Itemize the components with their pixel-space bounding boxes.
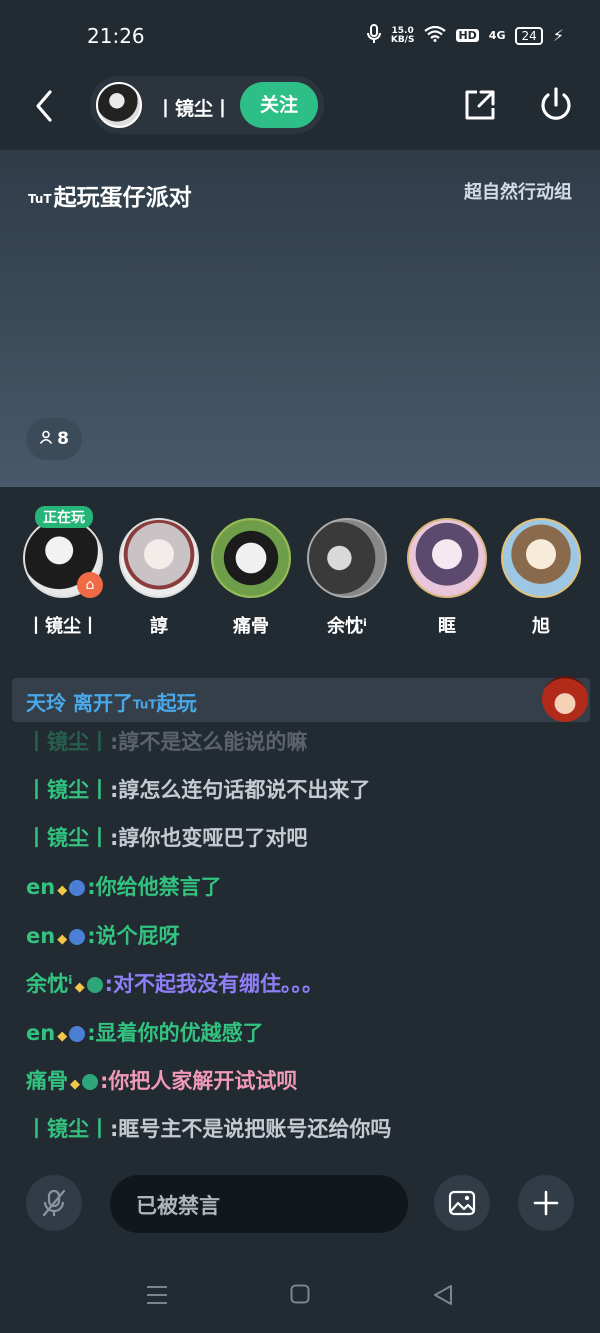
chat-message: 丨镜尘丨:諄不是这么能说的嘛 [26, 730, 308, 754]
battery-icon: 24 [515, 26, 543, 45]
home-nav-button[interactable] [290, 1284, 310, 1308]
seat-row: 正在玩 ⌂ 丨镜尘丨 諄 痛骨 余忱ⁱ 眶 旭 [0, 506, 600, 650]
seat[interactable]: 余忱ⁱ [304, 518, 390, 638]
triangle-back-icon [434, 1285, 452, 1305]
diamond-icon: ◆ [57, 1029, 68, 1044]
home-icon: ⌂ [77, 572, 103, 598]
square-icon [290, 1284, 310, 1304]
seat-name: 痛骨 [233, 616, 269, 637]
leave-notice: 天玲 离开了TuT起玩 [12, 676, 590, 722]
chat-message: 丨镜尘丨:諄怎么连句话都说不出来了 [26, 778, 371, 802]
chat-message: 丨镜尘丨:諄你也变哑巴了对吧 [26, 826, 308, 850]
image-button[interactable] [434, 1175, 490, 1231]
level-badge-icon [82, 1074, 98, 1090]
seat-name: 旭 [532, 616, 550, 637]
diamond-icon: ◆ [74, 980, 85, 995]
level-badge-icon [69, 880, 86, 896]
seat-avatar[interactable]: 正在玩 ⌂ [23, 506, 103, 598]
person-icon [39, 430, 53, 448]
notice-text: 天玲 离开了TuT起玩 [26, 691, 197, 715]
diamond-icon: ◆ [70, 1077, 80, 1092]
room-banner: TuT起玩蛋仔派对 超自然行动组 8 [0, 150, 600, 487]
chat-message: en ◆:显着你的优越感了 [26, 1021, 264, 1045]
level-badge-icon [86, 977, 103, 993]
wifi-icon [424, 25, 447, 45]
exit-room-button[interactable] [538, 86, 574, 124]
seat[interactable]: 痛骨 [208, 518, 294, 638]
seat-avatar[interactable] [307, 518, 387, 598]
notice-avatar[interactable] [542, 676, 588, 722]
seat[interactable]: 正在玩 ⌂ 丨镜尘丨 [20, 506, 106, 638]
message-input[interactable]: 已被禁言 [110, 1175, 408, 1233]
status-time: 21:26 [87, 24, 145, 48]
seat-name: 丨镜尘丨 [27, 616, 99, 637]
host-name: 丨镜尘丨 [156, 98, 233, 120]
seat[interactable]: 旭 [498, 518, 584, 638]
seat-avatar[interactable] [407, 518, 487, 598]
host-info[interactable]: 丨镜尘丨 关注 [90, 76, 324, 134]
chat-message: en ◆:你给他禁言了 [26, 875, 222, 899]
seat-name: 眶 [438, 616, 456, 637]
seat-avatar[interactable] [211, 518, 291, 598]
signal-4g-icon: 4G [488, 29, 506, 42]
playing-badge: 正在玩 [35, 506, 93, 528]
input-bar: 已被禁言 [0, 1175, 600, 1235]
seat[interactable]: 諄 [116, 518, 202, 638]
diamond-icon: ◆ [57, 932, 68, 947]
room-header: 丨镜尘丨 关注 [0, 70, 600, 150]
microphone-status-icon [366, 24, 381, 47]
more-button[interactable] [518, 1175, 574, 1231]
seat-name: 余忱ⁱ [327, 616, 367, 637]
seat[interactable]: 眶 [404, 518, 490, 638]
level-badge-icon [69, 1026, 86, 1042]
room-title: TuT起玩蛋仔派对 [28, 185, 192, 211]
share-icon [465, 90, 495, 120]
chat-message: 丨镜尘丨:眶号主不是说把账号还给你吗 [26, 1117, 392, 1141]
chat-message: 痛骨 ◆:你把人家解开试试呗 [26, 1069, 298, 1093]
charging-icon: ⚡ [552, 26, 564, 45]
diamond-icon: ◆ [57, 883, 68, 898]
status-icons: 15.0 KB/S HD 4G 24 ⚡ [366, 24, 564, 47]
follow-button[interactable]: 关注 [240, 82, 318, 128]
chat-message: en ◆:说个屁呀 [26, 924, 180, 948]
chat-message: 余忱ⁱ ◆:对不起我没有绷住。。。 [26, 972, 324, 996]
chevron-left-icon [36, 90, 52, 122]
host-avatar[interactable] [96, 82, 142, 128]
seat-avatar[interactable] [119, 518, 199, 598]
share-button[interactable] [463, 88, 497, 122]
seat-name: 諄 [150, 616, 168, 637]
menu-nav-button[interactable] [146, 1284, 168, 1310]
status-bar: 21:26 15.0 KB/S HD 4G 24 ⚡ [0, 0, 600, 70]
power-icon [541, 87, 571, 120]
menu-icon [147, 1286, 167, 1304]
room-title-tag: TuT [28, 191, 52, 206]
seat-avatar[interactable] [501, 518, 581, 598]
back-button[interactable] [30, 86, 62, 126]
chat-list[interactable]: 丨镜尘丨:諄不是这么能说的嘛 丨镜尘丨:諄怎么连句话都说不出来了 丨镜尘丨:諄你… [0, 722, 600, 1152]
plus-icon [533, 1190, 559, 1216]
image-icon [448, 1190, 476, 1216]
level-badge-icon [69, 929, 86, 945]
system-nav-bar [0, 1270, 600, 1320]
member-count[interactable]: 8 [26, 418, 82, 460]
input-placeholder: 已被禁言 [136, 1194, 220, 1218]
hd-icon: HD [456, 29, 479, 42]
network-speed: 15.0 KB/S [390, 25, 415, 45]
mic-muted-icon [42, 1189, 66, 1217]
mic-button[interactable] [26, 1175, 82, 1231]
back-nav-button[interactable] [432, 1284, 454, 1310]
room-category[interactable]: 超自然行动组 [464, 178, 572, 204]
